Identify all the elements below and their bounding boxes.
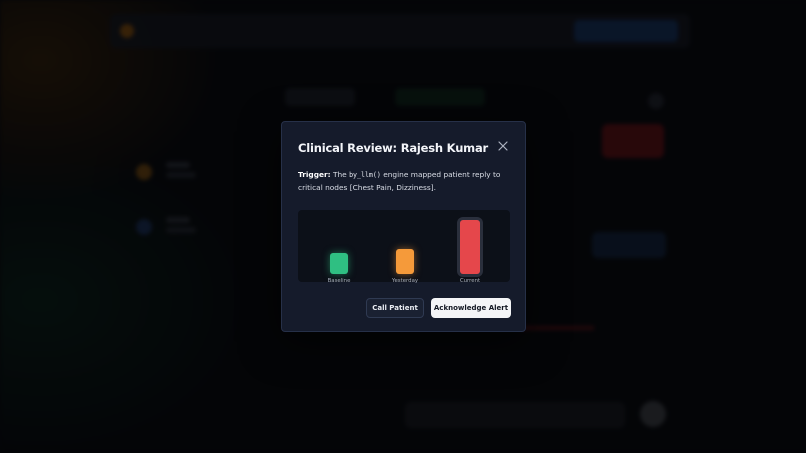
- chart-bar-current: [460, 220, 480, 274]
- chart-bar-baseline: [330, 253, 348, 274]
- call-patient-button[interactable]: Call Patient: [366, 298, 424, 318]
- acknowledge-alert-button[interactable]: Acknowledge Alert: [431, 298, 511, 318]
- chart-bar-yesterday: [396, 249, 414, 274]
- trigger-description: Trigger: The by_llm() engine mapped pati…: [298, 169, 514, 194]
- trigger-engine-code: by_llm(): [349, 171, 381, 179]
- clinical-review-dialog: Clinical Review: Rajesh Kumar Trigger: T…: [281, 121, 526, 332]
- trigger-label: Trigger:: [298, 170, 331, 179]
- chart-label-baseline: Baseline: [327, 278, 351, 284]
- chart-label-current: Current: [459, 278, 481, 284]
- dialog-title: Clinical Review: Rajesh Kumar: [298, 141, 488, 155]
- chart-label-yesterday: Yesterday: [391, 278, 419, 284]
- close-icon[interactable]: [497, 140, 509, 152]
- severity-bar-chart: Baseline Yesterday Current: [298, 210, 510, 284]
- trigger-prefix: The: [332, 170, 347, 179]
